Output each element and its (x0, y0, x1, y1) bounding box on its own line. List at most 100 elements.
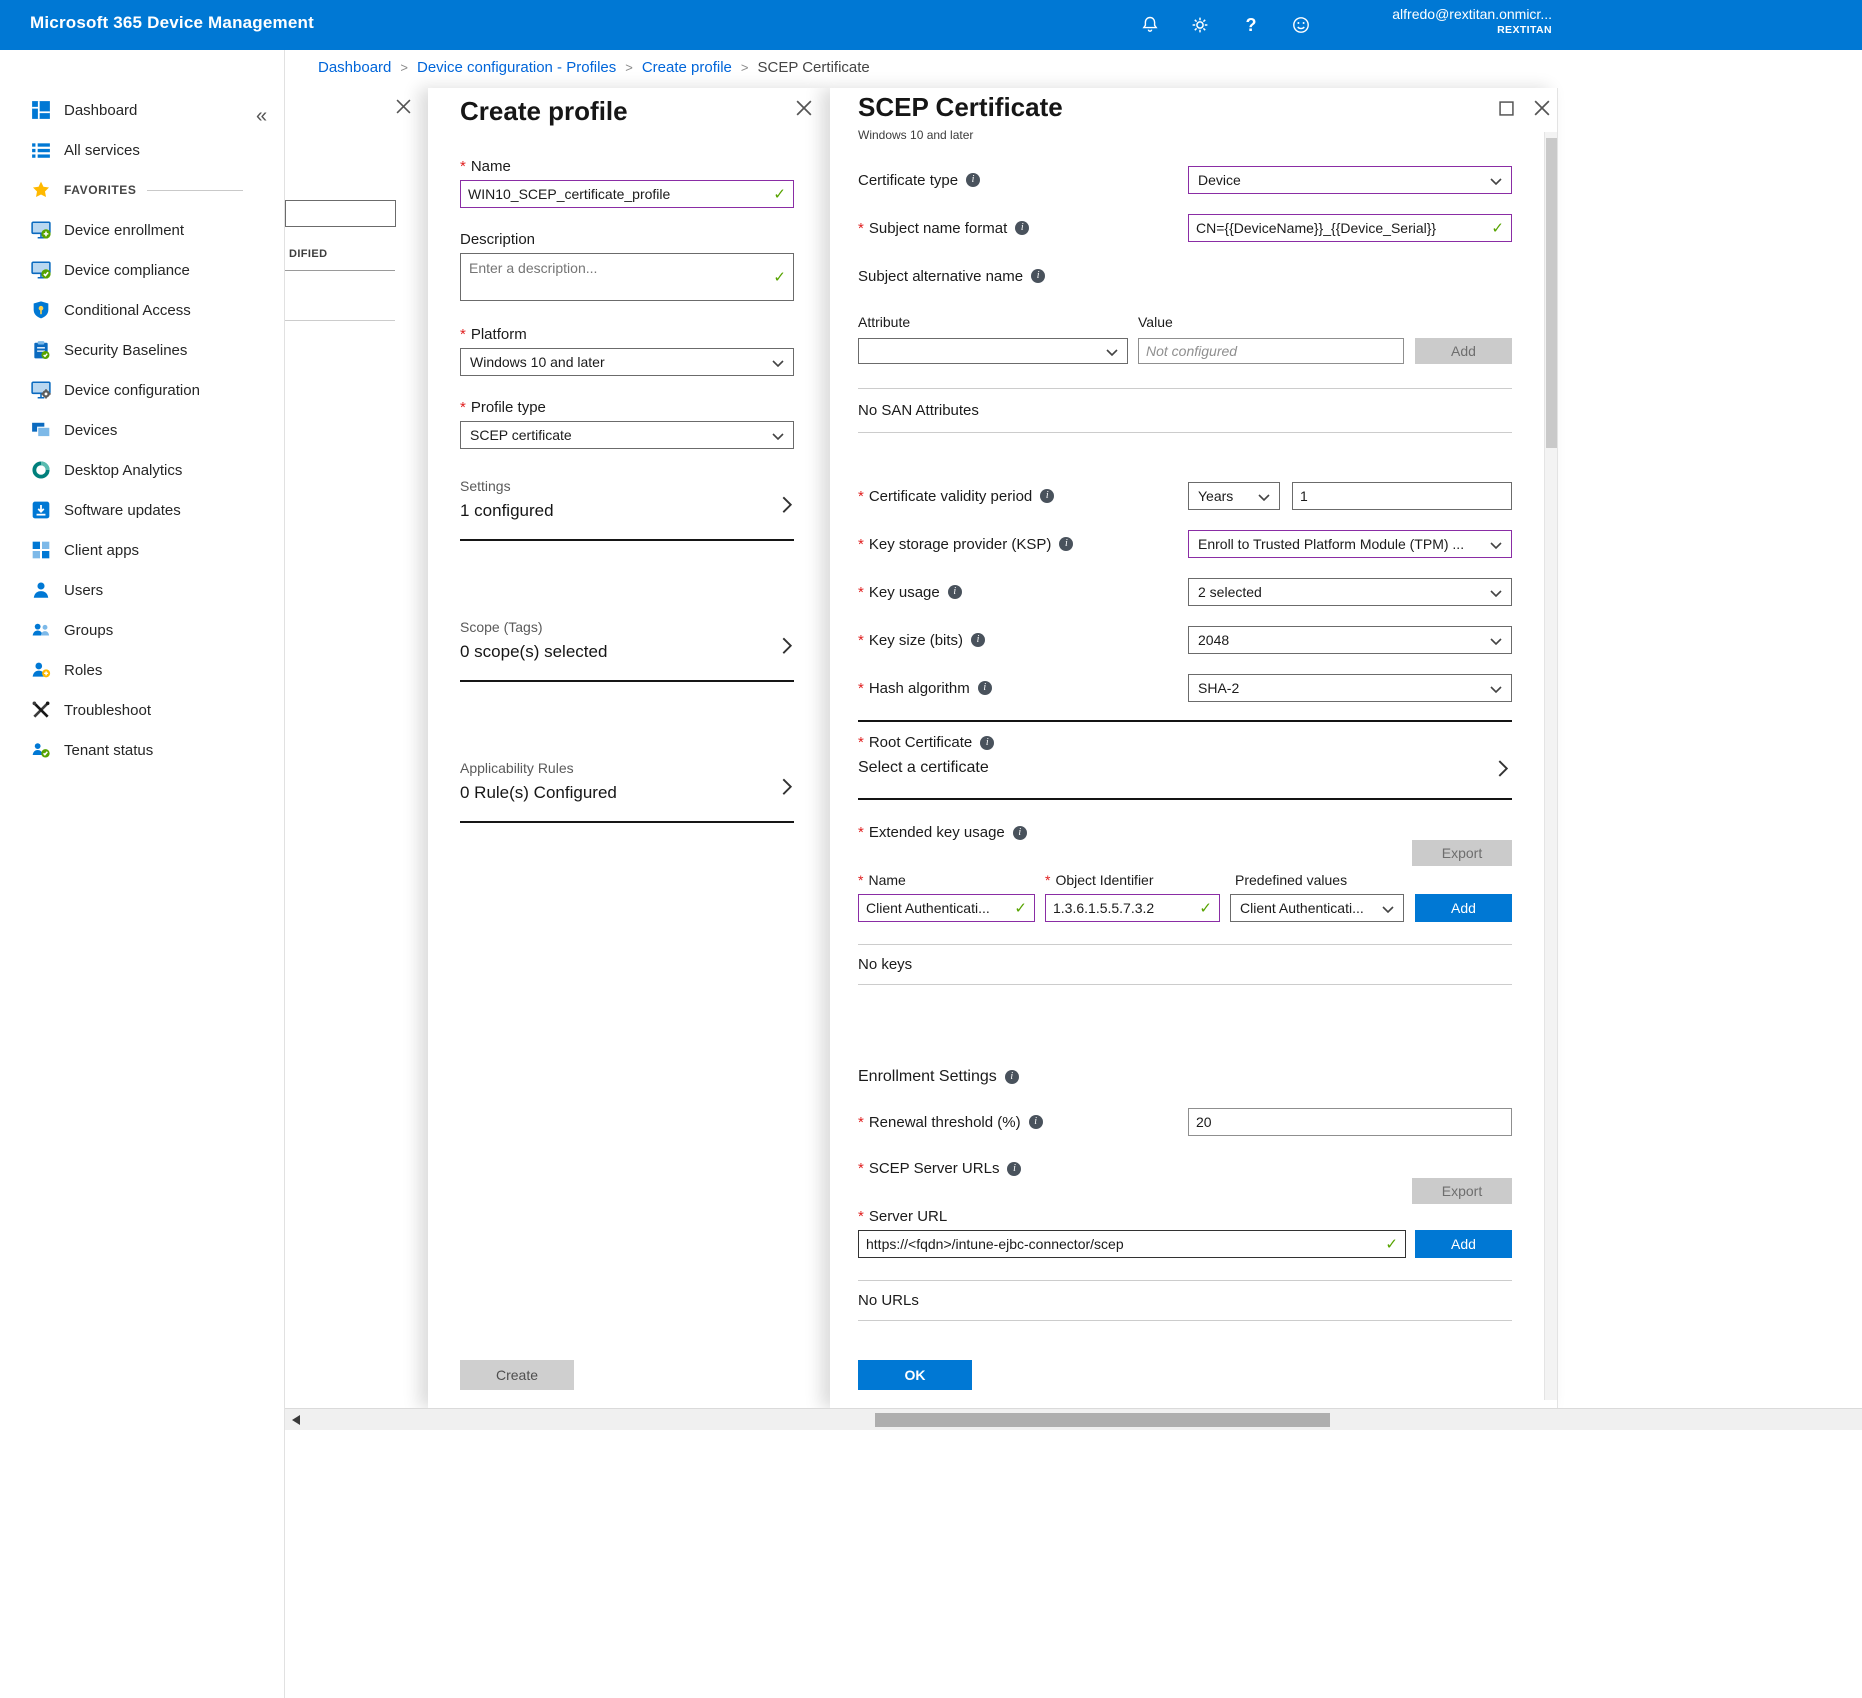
info-icon[interactable] (1059, 537, 1073, 551)
sidebar-item-roles[interactable]: Roles (0, 650, 285, 690)
enrollment-settings-heading: Enrollment Settings (858, 1068, 1019, 1086)
column-header-partial: DIFIED (289, 248, 327, 260)
sidebar-item-groups[interactable]: Groups (0, 610, 285, 650)
divider (858, 1280, 1512, 1281)
desktop-analytics-icon (30, 459, 52, 481)
valid-check-icon (1491, 219, 1504, 237)
chevron-down-icon (1490, 584, 1502, 600)
create-button[interactable]: Create (460, 1360, 574, 1390)
info-icon[interactable] (966, 173, 980, 187)
platform-select[interactable]: Windows 10 and later (460, 348, 794, 376)
info-icon[interactable] (1031, 269, 1045, 283)
profile-type-select[interactable]: SCEP certificate (460, 421, 794, 449)
sidebar-item-dashboard[interactable]: Dashboard (0, 90, 285, 130)
user-email: alfredo@rextitan.onmicr... (1300, 6, 1552, 24)
eku-predefined-select[interactable]: Client Authenticati... (1230, 894, 1404, 922)
key-size-select[interactable]: 2048 (1188, 626, 1512, 654)
certificate-type-label: Certificate type (858, 166, 980, 194)
breadcrumb-create-profile[interactable]: Create profile (642, 59, 732, 76)
info-icon[interactable] (1005, 1070, 1019, 1084)
breadcrumb-device-configuration-profiles[interactable]: Device configuration - Profiles (417, 59, 616, 76)
key-size-label: Key size (bits) (858, 626, 985, 654)
hash-algorithm-select[interactable]: SHA-2 (1188, 674, 1512, 702)
san-value-input[interactable] (1146, 343, 1396, 359)
info-icon[interactable] (971, 633, 985, 647)
sidebar-item-security-baselines[interactable]: Security Baselines (0, 330, 285, 370)
required-asterisk (460, 158, 466, 175)
sidebar-item-device-compliance[interactable]: Device compliance (0, 250, 285, 290)
key-usage-select[interactable]: 2 selected (1188, 578, 1512, 606)
server-url-input[interactable] (866, 1236, 1380, 1252)
info-icon[interactable] (1013, 826, 1027, 840)
chevron-down-icon (772, 427, 784, 443)
close-icon[interactable] (1534, 100, 1550, 116)
help-icon[interactable]: ? (1239, 13, 1263, 37)
info-icon[interactable] (1040, 489, 1054, 503)
settings-row[interactable]: Settings 1 configured (460, 478, 794, 541)
sidebar-item-desktop-analytics[interactable]: Desktop Analytics (0, 450, 285, 490)
sidebar-item-conditional-access[interactable]: Conditional Access (0, 290, 285, 330)
eku-oid-input[interactable] (1053, 900, 1194, 916)
san-add-button[interactable]: Add (1415, 338, 1512, 364)
vertical-scrollbar-thumb[interactable] (1546, 138, 1557, 448)
sidebar-item-software-updates[interactable]: Software updates (0, 490, 285, 530)
horizontal-scrollbar-thumb[interactable] (875, 1413, 1330, 1427)
subject-name-format-input[interactable] (1196, 220, 1486, 236)
roles-icon (30, 659, 52, 681)
root-certificate-row[interactable]: Root Certificate Select a certificate (858, 720, 1512, 800)
app-title: Microsoft 365 Device Management (30, 13, 314, 33)
required-asterisk (1045, 872, 1050, 888)
info-icon[interactable] (1029, 1115, 1043, 1129)
urls-export-button[interactable]: Export (1412, 1178, 1512, 1204)
breadcrumb-dashboard[interactable]: Dashboard (318, 59, 391, 76)
sidebar-item-troubleshoot[interactable]: Troubleshoot (0, 690, 285, 730)
chevron-down-icon (1490, 680, 1502, 696)
eku-add-button[interactable]: Add (1415, 894, 1512, 922)
info-icon[interactable] (1007, 1162, 1021, 1176)
scope-tags-row[interactable]: Scope (Tags) 0 scope(s) selected (460, 619, 794, 682)
eku-export-button[interactable]: Export (1412, 840, 1512, 866)
renewal-threshold-input[interactable] (1196, 1114, 1504, 1130)
required-asterisk (858, 220, 864, 237)
ok-button[interactable]: OK (858, 1360, 972, 1390)
profile-name-input[interactable] (468, 186, 768, 202)
profile-type-label: Profile type (460, 399, 546, 416)
scroll-left-arrow-icon[interactable] (292, 1415, 300, 1425)
settings-gear-icon[interactable] (1188, 13, 1212, 37)
sidebar-item-all-services[interactable]: All services (0, 130, 285, 170)
info-icon[interactable] (980, 736, 994, 750)
search-input[interactable] (285, 200, 396, 227)
info-icon[interactable] (948, 585, 962, 599)
url-add-button[interactable]: Add (1415, 1230, 1512, 1258)
description-field-wrapper (460, 253, 794, 301)
san-attribute-select[interactable] (858, 338, 1128, 364)
maximize-icon[interactable] (1498, 100, 1514, 116)
ksp-select[interactable]: Enroll to Trusted Platform Module (TPM) … (1188, 530, 1512, 558)
description-input[interactable] (461, 254, 793, 300)
info-icon[interactable] (978, 681, 992, 695)
certificate-type-select[interactable]: Device (1188, 166, 1512, 194)
sidebar-item-tenant-status[interactable]: Tenant status (0, 730, 285, 770)
notifications-bell-icon[interactable] (1138, 13, 1162, 37)
chevron-down-icon (1106, 343, 1118, 359)
eku-name-input[interactable] (866, 900, 1009, 916)
sidebar-item-client-apps[interactable]: Client apps (0, 530, 285, 570)
info-icon[interactable] (1015, 221, 1029, 235)
subject-name-format-wrapper (1188, 214, 1512, 242)
vertical-scrollbar[interactable] (1544, 132, 1557, 1400)
software-updates-icon (30, 499, 52, 521)
horizontal-scrollbar[interactable] (285, 1408, 1862, 1430)
sidebar-item-device-configuration[interactable]: Device configuration (0, 370, 285, 410)
sidebar-item-device-enrollment[interactable]: Device enrollment (0, 210, 285, 250)
close-icon[interactable] (395, 98, 411, 114)
sidebar-item-devices[interactable]: Devices (0, 410, 285, 450)
account-menu[interactable]: alfredo@rextitan.onmicr... REXTITAN (1300, 6, 1552, 37)
sidebar-item-users[interactable]: Users (0, 570, 285, 610)
chevron-right-icon (782, 778, 792, 800)
close-icon[interactable] (796, 100, 812, 116)
validity-unit-select[interactable]: Years (1188, 482, 1280, 510)
validity-value-input[interactable] (1300, 488, 1504, 504)
required-asterisk (858, 536, 864, 553)
applicability-rules-row[interactable]: Applicability Rules 0 Rule(s) Configured (460, 760, 794, 823)
eku-name-header: Name (858, 872, 906, 888)
